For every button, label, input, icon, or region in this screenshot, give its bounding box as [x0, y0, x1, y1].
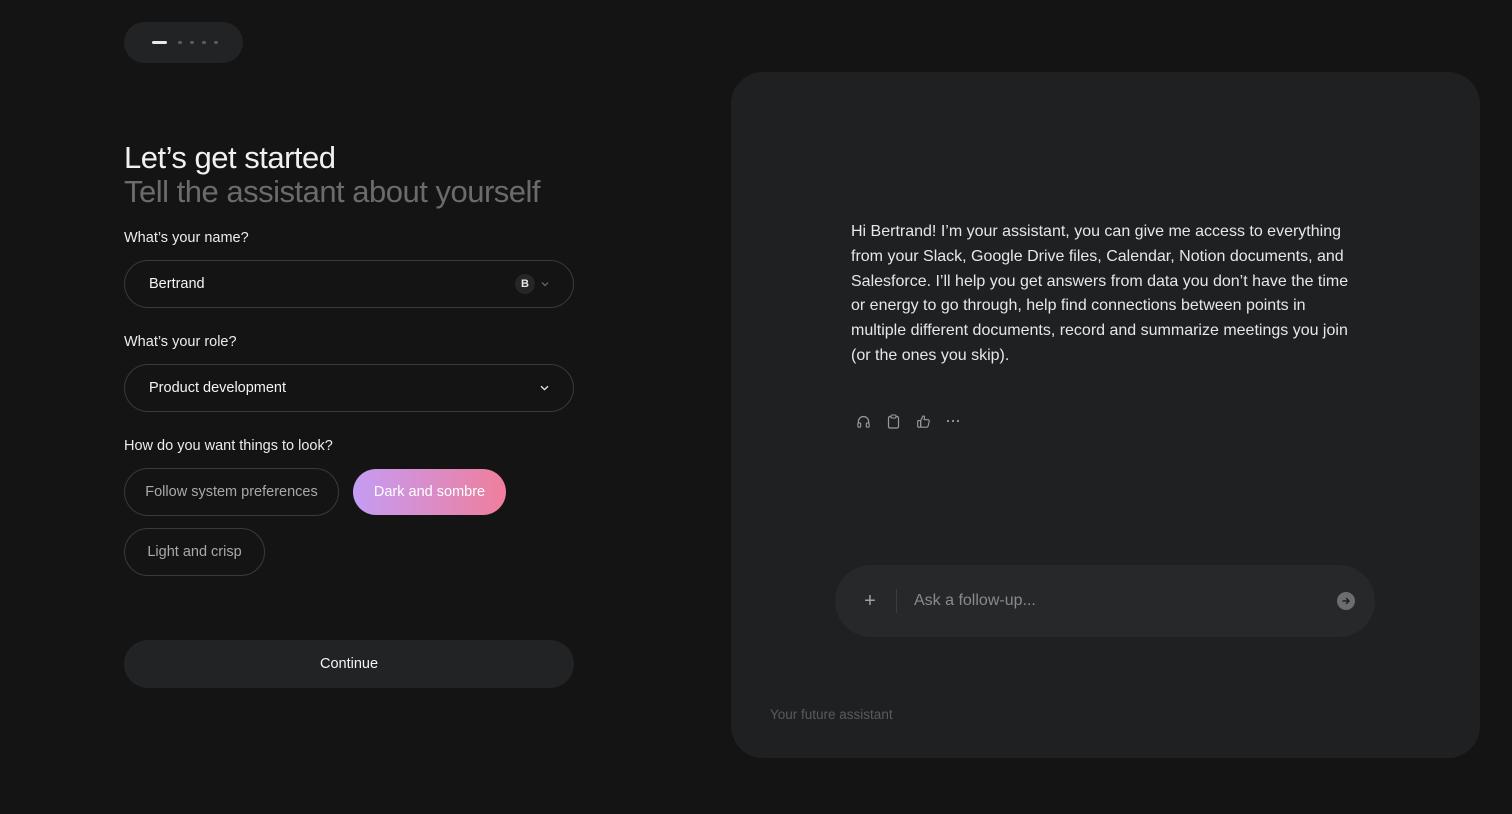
clipboard-icon[interactable] [885, 413, 901, 429]
headphones-icon[interactable] [855, 413, 871, 429]
more-icon[interactable] [945, 413, 961, 429]
progress-step [190, 41, 194, 44]
option-follow-system[interactable]: Follow system preferences [124, 468, 339, 516]
composer-divider [896, 589, 897, 613]
name-value: Bertrand [149, 276, 205, 292]
progress-indicator [124, 22, 243, 63]
chevron-down-icon[interactable] [541, 281, 549, 287]
onboarding-page: Let’s get started Tell the assistant abo… [0, 0, 1512, 814]
role-select[interactable]: Product development [124, 364, 574, 412]
page-subtitle: Tell the assistant about yourself [124, 174, 541, 209]
assistant-preview-panel: Hi Bertrand! I’m your assistant, you can… [731, 72, 1480, 758]
avatar[interactable]: B [515, 274, 535, 294]
role-value: Product development [149, 380, 287, 396]
add-attachment-button[interactable]: + [861, 590, 879, 613]
arrow-right-icon [1342, 597, 1350, 605]
name-label: What’s your name? [124, 230, 249, 246]
role-label: What’s your role? [124, 334, 237, 350]
name-field[interactable]: Bertrand B [124, 260, 574, 308]
progress-step [178, 41, 182, 44]
option-light-and-crisp[interactable]: Light and crisp [124, 528, 265, 576]
preview-footer-label: Your future assistant [770, 707, 893, 722]
continue-button[interactable]: Continue [124, 640, 574, 688]
thumbs-up-icon[interactable] [915, 413, 931, 429]
progress-step-current [152, 41, 167, 44]
follow-up-composer: + Ask a follow-up... [835, 565, 1375, 637]
follow-up-input[interactable]: Ask a follow-up... [914, 592, 1337, 610]
send-button[interactable] [1337, 592, 1355, 610]
appearance-label: How do you want things to look? [124, 438, 333, 454]
assistant-message: Hi Bertrand! I’m your assistant, you can… [851, 223, 1349, 364]
message-actions [855, 413, 961, 429]
option-dark-and-sombre[interactable]: Dark and sombre [353, 469, 506, 515]
chevron-down-icon [540, 385, 549, 391]
progress-step [214, 41, 218, 44]
progress-step [202, 41, 206, 44]
